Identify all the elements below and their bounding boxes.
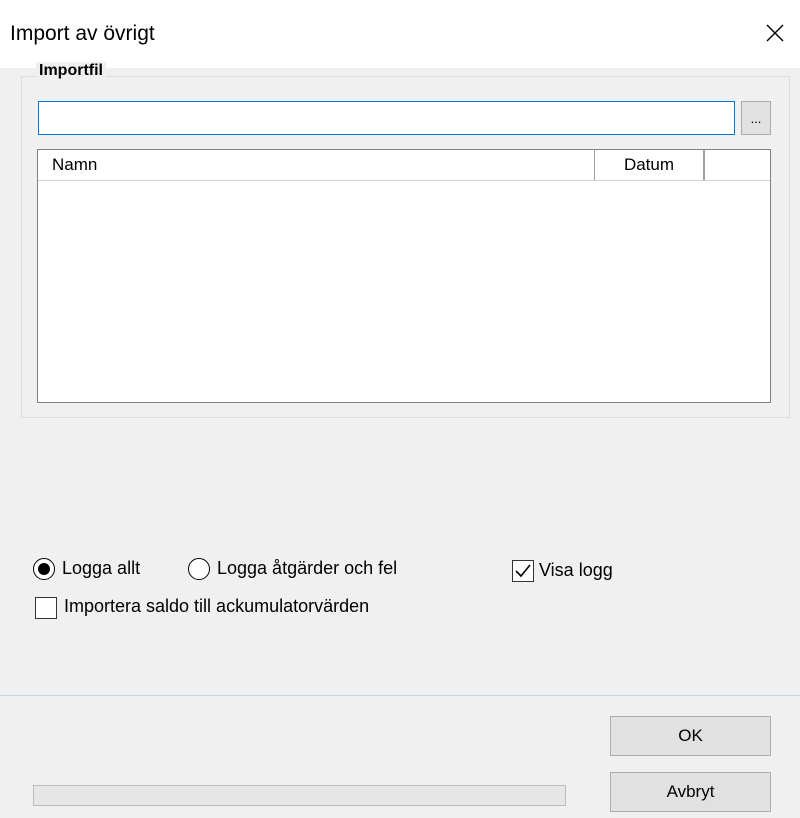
window-title: Import av övrigt [10,22,155,45]
log-all-label[interactable]: Logga allt [62,558,140,579]
import-file-group-label: Importfil [36,62,106,80]
import-balance-label[interactable]: Importera saldo till ackumulatorvärden [64,596,369,617]
column-header-namn[interactable]: Namn [38,150,595,180]
browse-button[interactable]: ... [741,101,771,135]
file-list[interactable]: Namn Datum [37,149,771,403]
close-button[interactable] [756,14,794,52]
log-all-radio[interactable] [33,558,55,580]
file-list-header: Namn Datum [38,150,770,181]
ok-button[interactable]: OK [610,716,771,756]
show-log-checkbox[interactable] [512,560,534,582]
separator [0,695,800,696]
close-icon [766,24,784,42]
progress-bar [33,785,566,806]
cancel-button[interactable]: Avbryt [610,772,771,812]
log-actions-radio[interactable] [188,558,210,580]
checkmark-icon [515,564,531,578]
show-log-label[interactable]: Visa logg [539,560,613,581]
title-bar: Import av övrigt [0,0,800,68]
file-path-input[interactable] [38,101,735,135]
column-header-extra[interactable] [704,150,770,180]
log-actions-label[interactable]: Logga åtgärder och fel [217,558,397,579]
column-header-datum[interactable]: Datum [595,150,704,180]
import-balance-checkbox[interactable] [35,597,57,619]
